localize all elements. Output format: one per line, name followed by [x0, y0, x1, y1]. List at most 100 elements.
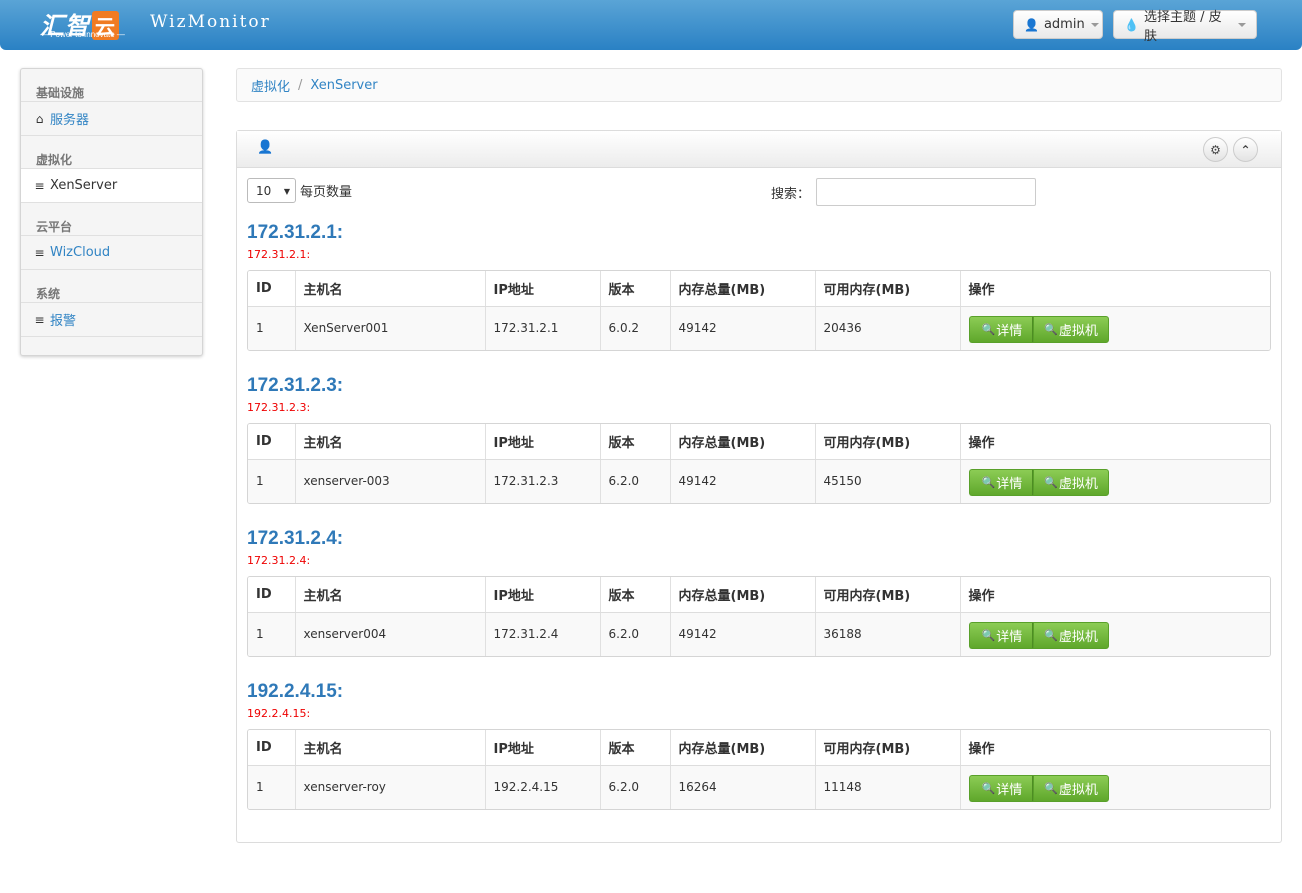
host-group: 192.2.4.15: 192.2.4.15: ID 主机名 IP地址 版本 内存总量(MB… — [247, 681, 1272, 810]
table-cell-ip: 192.2.4.15 — [485, 765, 601, 809]
column-header[interactable]: ID — [248, 577, 296, 613]
table-cell-version: 6.0.2 — [600, 306, 671, 350]
column-header[interactable]: 主机名 — [295, 271, 486, 307]
sidebar-header-system: 系统 — [21, 270, 202, 303]
detail-button[interactable]: 🔍 详情 — [968, 315, 1034, 343]
column-header[interactable]: IP地址 — [485, 730, 601, 766]
sidebar-header-virtualization: 虚拟化 — [21, 136, 202, 169]
host-table: ID 主机名 IP地址 版本 内存总量(MB) 可用内存(MB) 操作 1 xenserver-… — [247, 423, 1271, 504]
detail-button[interactable]: 🔍 详情 — [968, 621, 1034, 649]
chevron-up-icon: ⌃ — [1240, 142, 1251, 157]
host-table: ID 主机名 IP地址 版本 内存总量(MB) 可用内存(MB) 操作 1 xenserver0… — [247, 576, 1271, 657]
group-subtitle: 192.2.4.15: — [247, 707, 311, 720]
vm-button-label: 虚拟机 — [1058, 323, 1098, 339]
group-title: 172.31.2.3: — [247, 375, 344, 396]
column-header[interactable]: 版本 — [600, 424, 671, 460]
list-icon: ≡ — [34, 178, 45, 193]
column-header[interactable]: 可用内存(MB) — [815, 730, 961, 766]
table-cell-free-mem: 11148 — [815, 765, 961, 809]
table-cell-actions: 🔍 详情 🔍 虚拟机 — [960, 459, 1270, 503]
column-header[interactable]: ID — [248, 730, 296, 766]
user-icon: 👤 — [1024, 17, 1039, 32]
column-header[interactable]: 可用内存(MB) — [815, 424, 961, 460]
detail-button[interactable]: 🔍 详情 — [968, 774, 1034, 802]
settings-button[interactable]: ⚙ — [1203, 137, 1228, 162]
column-header[interactable]: 内存总量(MB) — [670, 730, 816, 766]
sidebar-header-infrastructure: 基础设施 — [21, 69, 202, 102]
column-header[interactable]: 版本 — [600, 271, 671, 307]
column-header[interactable]: 版本 — [600, 577, 671, 613]
table-cell-id: 1 — [248, 612, 296, 656]
table-cell-id: 1 — [248, 306, 296, 350]
table-row: 1 XenServer001 172.31.2.1 6.0.2 49142 20436 🔍 详… — [248, 306, 1270, 350]
top-navbar: 汇智云 — Power to Innovate — WizMonitor 👤 a… — [0, 0, 1302, 50]
host-group: 172.31.2.1: 172.31.2.1: ID 主机名 IP地址 版本 内存总量(MB… — [247, 222, 1272, 351]
column-header[interactable]: 版本 — [600, 730, 671, 766]
user-label: admin — [1043, 17, 1085, 32]
user-menu-button[interactable]: 👤 admin — [1013, 10, 1103, 39]
collapse-button[interactable]: ⌃ — [1233, 137, 1258, 162]
zoom-icon: 🔍 — [1044, 628, 1058, 642]
table-cell-ip: 172.31.2.4 — [485, 612, 601, 656]
column-header[interactable]: 操作 — [960, 730, 1270, 766]
page-length-select[interactable]: 10 ▼ — [247, 178, 296, 203]
group-subtitle: 172.31.2.1: — [247, 248, 311, 261]
sidebar-item-xenserver[interactable]: ≡ XenServer — [21, 169, 202, 203]
sidebar-item-wizcloud[interactable]: ≡ WizCloud — [21, 236, 202, 270]
vm-button[interactable]: 🔍 虚拟机 — [1033, 621, 1109, 649]
table-cell-hostname: xenserver004 — [295, 612, 486, 656]
action-button-group: 🔍 详情 🔍 虚拟机 — [968, 774, 1109, 802]
table-header-row: ID 主机名 IP地址 版本 内存总量(MB) 可用内存(MB) 操作 — [248, 424, 1270, 460]
group-title: 192.2.4.15: — [247, 681, 344, 702]
gear-icon: ⚙ — [1210, 142, 1221, 157]
column-header[interactable]: 操作 — [960, 577, 1270, 613]
vm-button[interactable]: 🔍 虚拟机 — [1033, 315, 1109, 343]
vm-button-label: 虚拟机 — [1058, 782, 1098, 798]
table-cell-actions: 🔍 详情 🔍 虚拟机 — [960, 765, 1270, 809]
column-header[interactable]: 主机名 — [295, 730, 486, 766]
host-group: 172.31.2.4: 172.31.2.4: ID 主机名 IP地址 版本 内存总量(MB… — [247, 528, 1272, 657]
zoom-icon: 🔍 — [981, 628, 996, 642]
sidebar-item-alerts[interactable]: ≡ 报警 — [21, 303, 202, 337]
table-row: 1 xenserver-roy 192.2.4.15 6.2.0 16264 11148 🔍… — [248, 765, 1270, 809]
column-header[interactable]: 主机名 — [295, 424, 486, 460]
detail-button-label: 详情 — [996, 476, 1023, 492]
sidebar-item-label: WizCloud — [50, 245, 111, 260]
column-header[interactable]: 可用内存(MB) — [815, 577, 961, 613]
table-cell-id: 1 — [248, 459, 296, 503]
breadcrumb-parent-link[interactable]: 虚拟化 — [251, 76, 290, 95]
column-header[interactable]: 主机名 — [295, 577, 486, 613]
table-header-row: ID 主机名 IP地址 版本 内存总量(MB) 可用内存(MB) 操作 — [248, 271, 1270, 307]
caret-down-icon — [1090, 22, 1099, 27]
column-header[interactable]: IP地址 — [485, 424, 601, 460]
search-input[interactable] — [816, 178, 1037, 206]
brand-name[interactable]: WizMonitor — [150, 12, 271, 32]
host-table: ID 主机名 IP地址 版本 内存总量(MB) 可用内存(MB) 操作 1 xenserver-… — [247, 729, 1271, 810]
column-header[interactable]: 内存总量(MB) — [670, 577, 816, 613]
column-header[interactable]: 内存总量(MB) — [670, 424, 816, 460]
host-group: 172.31.2.3: 172.31.2.3: ID 主机名 IP地址 版本 内存总量(MB… — [247, 375, 1272, 504]
table-header-row: ID 主机名 IP地址 版本 内存总量(MB) 可用内存(MB) 操作 — [248, 577, 1270, 613]
column-header[interactable]: 操作 — [960, 271, 1270, 307]
column-header[interactable]: ID — [248, 424, 296, 460]
detail-button[interactable]: 🔍 详情 — [968, 468, 1034, 496]
vm-button[interactable]: 🔍 虚拟机 — [1033, 774, 1109, 802]
column-header[interactable]: 可用内存(MB) — [815, 271, 961, 307]
column-header[interactable]: 内存总量(MB) — [670, 271, 816, 307]
table-cell-actions: 🔍 详情 🔍 虚拟机 — [960, 306, 1270, 350]
table-cell-ip: 172.31.2.3 — [485, 459, 601, 503]
group-title: 172.31.2.4: — [247, 528, 344, 549]
theme-menu-button[interactable]: 💧 选择主题 / 皮肤 — [1113, 10, 1257, 44]
vm-button-label: 虚拟机 — [1058, 476, 1098, 492]
vm-button[interactable]: 🔍 虚拟机 — [1033, 468, 1109, 496]
column-header[interactable]: IP地址 — [485, 577, 601, 613]
group-subtitle: 172.31.2.3: — [247, 401, 311, 414]
table-row: 1 xenserver004 172.31.2.4 6.2.0 49142 36188 🔍 详… — [248, 612, 1270, 656]
column-header[interactable]: ID — [248, 271, 296, 307]
column-header[interactable]: IP地址 — [485, 271, 601, 307]
column-header[interactable]: 操作 — [960, 424, 1270, 460]
zoom-icon: 🔍 — [981, 475, 996, 489]
table-cell-free-mem: 45150 — [815, 459, 961, 503]
table-cell-total-mem: 49142 — [670, 459, 816, 503]
sidebar-item-servers[interactable]: ⌂ 服务器 — [21, 102, 202, 136]
